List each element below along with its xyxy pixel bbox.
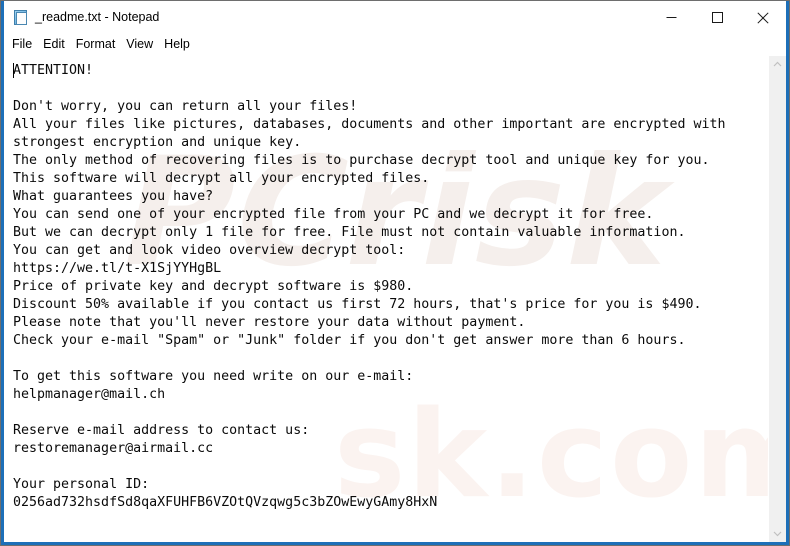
notepad-document-icon [13, 9, 30, 26]
menu-item-help[interactable]: Help [164, 38, 197, 51]
scroll-up-button[interactable] [769, 56, 786, 73]
ransom-note-text: ATTENTION! Don't worry, you can return a… [13, 63, 726, 510]
close-button[interactable] [740, 2, 786, 34]
close-icon [757, 11, 769, 24]
notepad-window: _readme.txt - Notepad File Edit Format V… [0, 0, 790, 546]
menu-item-edit[interactable]: Edit [43, 38, 72, 51]
menu-bar: File Edit Format View Help [4, 34, 786, 55]
maximize-button[interactable] [694, 2, 740, 34]
title-bar[interactable]: _readme.txt - Notepad [4, 1, 786, 34]
text-caret [13, 63, 14, 78]
minimize-button[interactable] [648, 2, 694, 34]
scroll-down-icon [773, 531, 782, 537]
menu-item-format[interactable]: Format [76, 38, 123, 51]
vertical-scrollbar[interactable] [768, 56, 786, 542]
window-title: _readme.txt - Notepad [35, 10, 160, 25]
window-controls [648, 2, 786, 34]
scrollbar-track[interactable] [769, 73, 786, 525]
title-bar-left: _readme.txt - Notepad [4, 9, 648, 26]
menu-item-view[interactable]: View [126, 38, 160, 51]
maximize-icon [711, 12, 723, 23]
scroll-up-icon [773, 61, 782, 67]
scroll-down-button[interactable] [769, 525, 786, 542]
text-editor[interactable]: PCrisk sk.com ATTENTION! Don't worry, yo… [4, 56, 768, 542]
editor-area: PCrisk sk.com ATTENTION! Don't worry, yo… [4, 55, 786, 542]
menu-item-file[interactable]: File [12, 38, 39, 51]
minimize-icon [666, 17, 676, 18]
